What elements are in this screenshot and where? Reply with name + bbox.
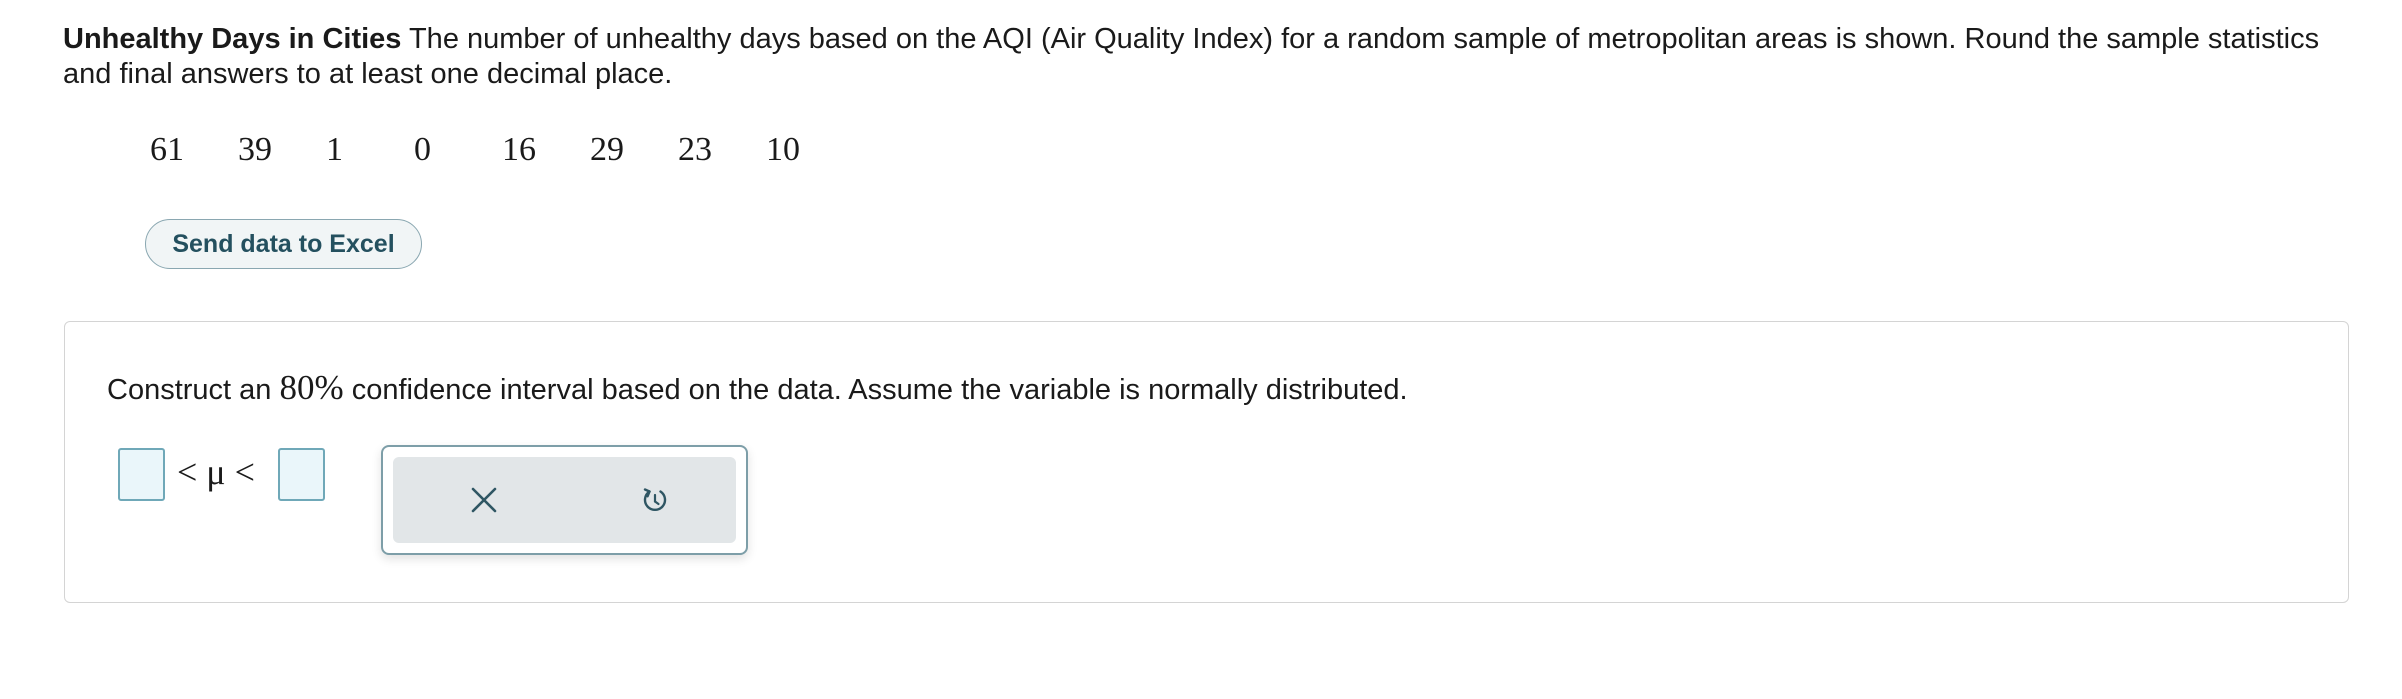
inequality-mu: < μ <: [177, 452, 255, 492]
answer-toolbar: [381, 445, 748, 555]
clear-button[interactable]: [462, 478, 506, 522]
problem-title: Unhealthy Days in Cities: [63, 23, 402, 55]
data-values-row: 61 39 1 0 16 29 23 10: [150, 128, 854, 172]
undo-button[interactable]: [633, 478, 677, 522]
data-value: 39: [238, 131, 272, 168]
data-value: 10: [766, 131, 800, 168]
toolbar-inner: [393, 457, 736, 543]
problem-statement: Unhealthy Days in Cities The number of u…: [63, 22, 2363, 92]
upper-bound-input[interactable]: [278, 448, 325, 501]
data-value: 23: [678, 131, 712, 168]
data-value: 16: [502, 131, 536, 168]
question-panel: Construct an 80% confidence interval bas…: [64, 321, 2349, 603]
close-x-icon: [471, 487, 497, 513]
question-prefix: Construct an: [107, 374, 280, 406]
question-text: Construct an 80% confidence interval bas…: [107, 368, 1408, 410]
problem-body: The number of unhealthy days based on th…: [63, 23, 2320, 90]
question-suffix: confidence interval based on the data. A…: [343, 374, 1408, 406]
lower-bound-input[interactable]: [118, 448, 165, 501]
data-value: 0: [414, 131, 431, 168]
send-to-excel-button[interactable]: Send data to Excel: [145, 219, 422, 269]
data-value: 1: [326, 131, 343, 168]
confidence-level: 80%: [279, 368, 344, 407]
data-value: 29: [590, 131, 624, 168]
data-value: 61: [150, 131, 184, 168]
undo-icon: [643, 488, 667, 512]
